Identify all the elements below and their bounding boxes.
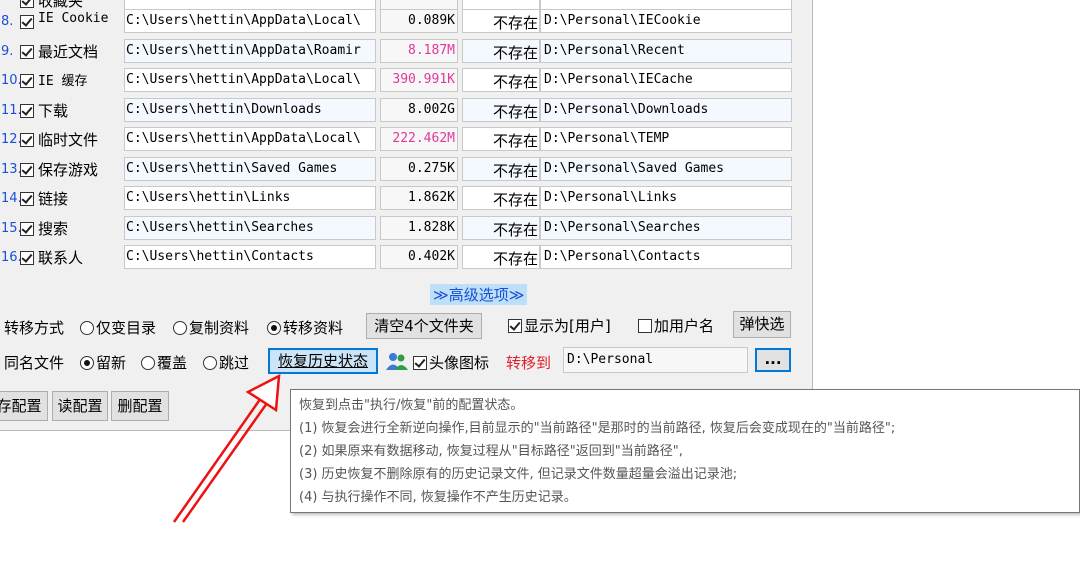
red-arrow-annotation: [172, 373, 281, 523]
